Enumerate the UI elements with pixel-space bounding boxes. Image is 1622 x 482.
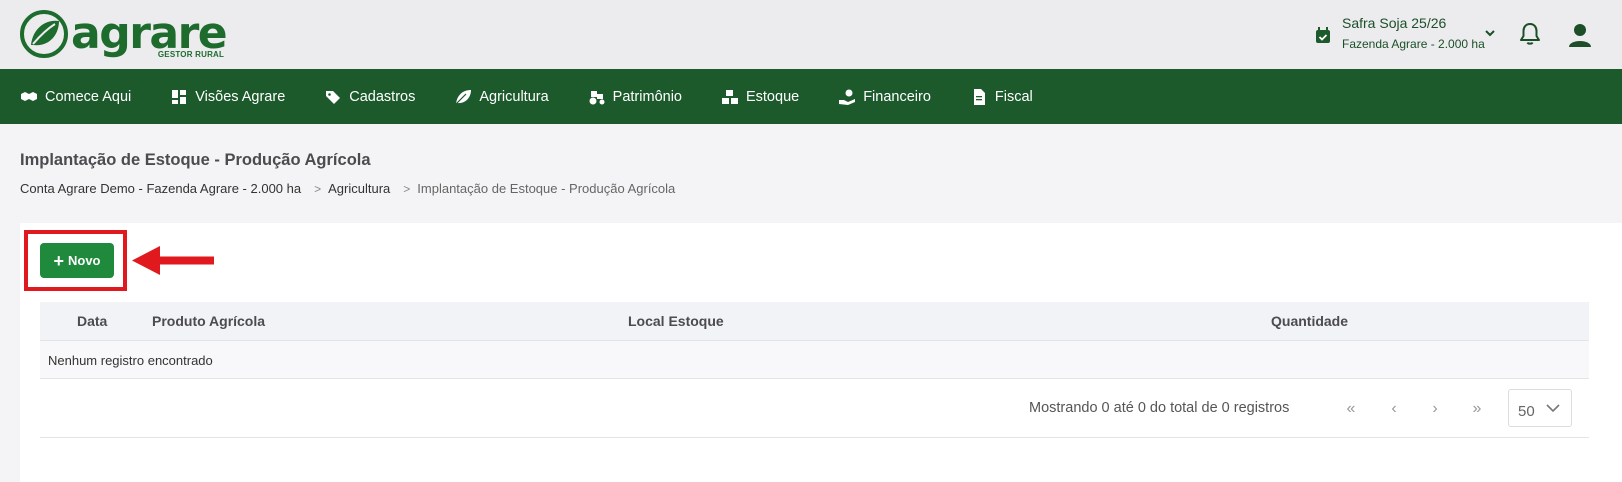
nav-item-estoque[interactable]: Estoque — [721, 88, 799, 106]
pagination-info: Mostrando 0 até 0 do total de 0 registro… — [1029, 400, 1290, 416]
divider — [40, 437, 1589, 438]
next-page-button[interactable]: › — [1424, 399, 1446, 419]
boxes-icon — [721, 89, 738, 104]
table-header: Data Produto Agrícola Local Estoque Quan… — [40, 302, 1589, 341]
leaf-logo-icon — [20, 10, 68, 58]
safra-farm: Fazenda Agrare - 2.000 ha — [1342, 37, 1485, 51]
bell-icon[interactable] — [1517, 21, 1543, 47]
per-page-select[interactable]: 50 — [1508, 389, 1572, 427]
nav-label: Cadastros — [349, 88, 416, 105]
nav-item-agricultura[interactable]: Agricultura — [454, 88, 549, 106]
column-header-local[interactable]: Local Estoque — [628, 313, 724, 329]
breadcrumb-separator-icon: > — [403, 181, 411, 196]
prev-page-button[interactable]: ‹ — [1383, 399, 1405, 419]
breadcrumb-item-account[interactable]: Conta Agrare Demo - Fazenda Agrare - 2.0… — [20, 181, 301, 196]
chevron-down-icon[interactable] — [1484, 27, 1496, 39]
column-header-data[interactable]: Data — [77, 313, 107, 329]
money-hand-icon — [839, 89, 856, 105]
breadcrumb: Conta Agrare Demo - Fazenda Agrare - 2.0… — [20, 181, 675, 196]
logo-tagline: GESTOR RURAL — [157, 50, 225, 59]
table-empty-row: Nenhum registro encontrado — [40, 341, 1589, 379]
highlight-annotation-box — [24, 230, 127, 291]
calendar-check-icon — [1316, 27, 1330, 43]
column-header-produto[interactable]: Produto Agrícola — [152, 313, 265, 329]
top-header: agrare GESTOR RURAL Safra Soja 25/26 Faz… — [0, 0, 1622, 69]
nav-item-cadastros[interactable]: Cadastros — [324, 88, 415, 106]
dashboard-icon — [172, 89, 187, 104]
chevron-down-icon — [1546, 404, 1560, 413]
first-page-button[interactable]: « — [1340, 399, 1362, 419]
nav-item-comece-aqui[interactable]: Comece Aqui — [20, 88, 131, 106]
nav-item-fiscal[interactable]: Fiscal — [970, 88, 1033, 106]
safra-title: Safra Soja 25/26 — [1342, 15, 1447, 31]
nav-label: Estoque — [745, 88, 800, 105]
arrow-left-annotation-icon — [132, 246, 214, 275]
nav-label: Patrimônio — [612, 88, 682, 105]
breadcrumb-item-agricultura[interactable]: Agricultura — [328, 181, 390, 196]
tractor-icon — [589, 90, 605, 104]
nav-label: Financeiro — [863, 88, 931, 105]
main-nav: Comece Aqui Visões Agrare Cadastros Agri… — [0, 69, 1622, 124]
last-page-button[interactable]: » — [1466, 399, 1488, 419]
nav-item-visoes-agrare[interactable]: Visões Agrare — [170, 88, 285, 106]
safra-selector[interactable]: Safra Soja 25/26 Fazenda Agrare - 2.000 … — [1314, 14, 1485, 52]
tags-icon — [326, 90, 341, 104]
agrare-logo[interactable]: agrare GESTOR RURAL — [19, 9, 228, 59]
handshake-icon — [21, 91, 37, 101]
nav-label: Visões Agrare — [195, 88, 286, 105]
nav-item-financeiro[interactable]: Financeiro — [838, 88, 931, 106]
per-page-value: 50 — [1518, 403, 1535, 420]
nav-label: Comece Aqui — [45, 88, 132, 105]
breadcrumb-separator-icon: > — [314, 181, 322, 196]
nav-label: Fiscal — [994, 88, 1033, 105]
column-header-quantidade[interactable]: Quantidade — [1271, 313, 1348, 329]
user-avatar-icon[interactable] — [1566, 21, 1594, 49]
breadcrumb-item-current: Implantação de Estoque - Produção Agríco… — [417, 181, 676, 196]
nav-item-patrimonio[interactable]: Patrimônio — [588, 88, 682, 106]
nav-label: Agricultura — [479, 88, 549, 105]
leaf-icon — [455, 89, 472, 104]
invoice-icon — [973, 88, 985, 105]
page-title: Implantação de Estoque - Produção Agríco… — [20, 151, 371, 169]
